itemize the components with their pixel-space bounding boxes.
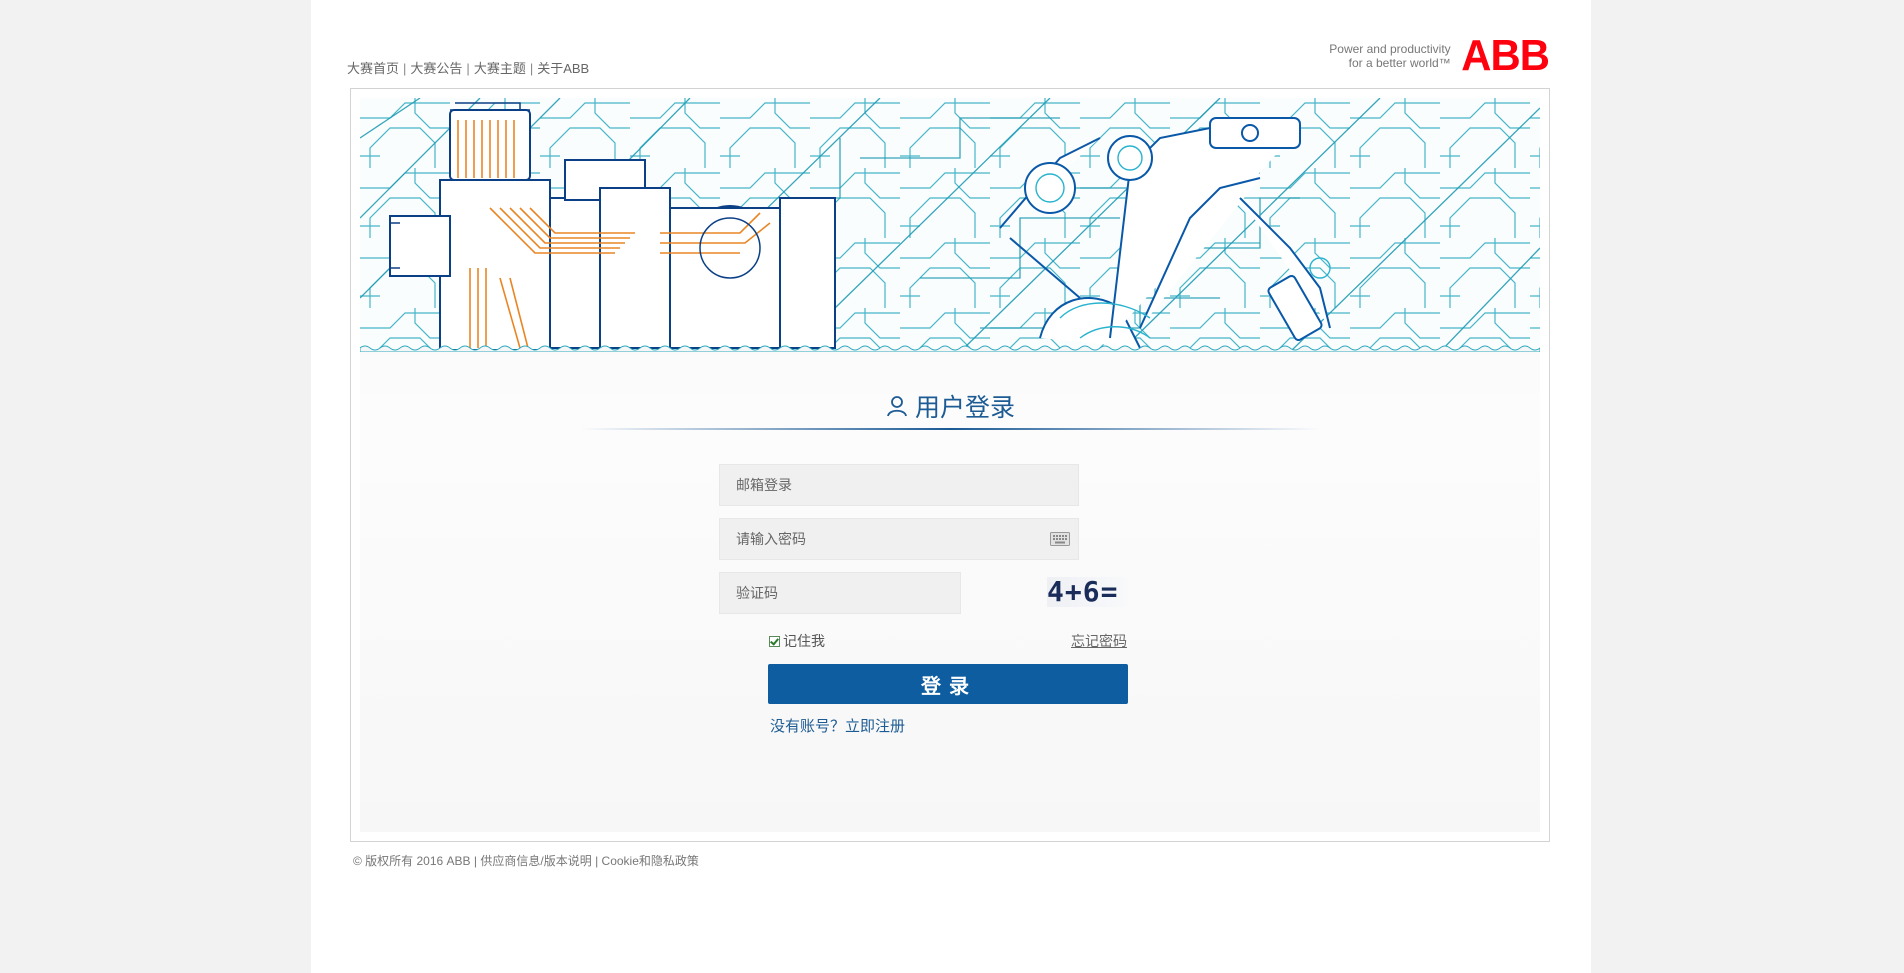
nav-separator: | <box>403 61 407 76</box>
login-title: 用户登录 <box>360 388 1540 424</box>
nav-announcements-link[interactable]: 大赛公告 <box>410 61 462 76</box>
login-button[interactable]: 登录 <box>768 664 1128 704</box>
nav-separator: | <box>466 61 470 76</box>
footer-separator: | <box>595 854 599 868</box>
email-placeholder: 邮箱登录 <box>736 477 792 493</box>
keyboard-icon[interactable] <box>1050 532 1070 546</box>
tagline-line-2: for a better world™ <box>1348 56 1451 70</box>
password-placeholder: 请输入密码 <box>736 531 806 547</box>
email-field[interactable]: 邮箱登录 <box>719 464 1079 506</box>
remember-me[interactable]: 记住我 <box>769 631 825 651</box>
brand: Power and productivity for a better worl… <box>1329 31 1551 80</box>
brand-tagline: Power and productivity for a better worl… <box>1329 42 1450 70</box>
footer-supplier-link[interactable]: 供应商信息/版本说明 <box>480 854 591 868</box>
user-icon <box>887 396 907 417</box>
register-link[interactable]: 没有账号？立即注册 <box>770 715 905 736</box>
title-divider <box>580 428 1320 430</box>
tagline-line-1: Power and productivity <box>1329 42 1451 56</box>
nav-separator: | <box>529 61 534 76</box>
captcha-field[interactable]: 验证码 <box>719 572 961 614</box>
nav-home-link[interactable]: 大赛首页 <box>347 61 399 76</box>
captcha-placeholder: 验证码 <box>736 585 778 601</box>
top-nav: 大赛首页 | 大赛公告 | 大赛主题 | 关于ABB <box>347 58 589 77</box>
abb-logo: ABB <box>1460 31 1550 80</box>
footer-copyright: © 版权所有 2016 ABB <box>353 854 471 868</box>
footer-separator: | <box>473 854 478 868</box>
login-title-text: 用户登录 <box>914 394 1015 422</box>
page: 大赛首页 | 大赛公告 | 大赛主题 | 关于ABB Power and productiv… <box>311 0 1591 973</box>
nav-about-link[interactable]: 关于ABB <box>537 61 589 76</box>
password-field[interactable]: 请输入密码 <box>719 518 1079 560</box>
nav-topics-link[interactable]: 大赛主题 <box>474 61 526 76</box>
banner-illustration <box>360 98 1540 352</box>
footer-cookie-link[interactable]: Cookie和隐私政策 <box>602 854 699 868</box>
captcha-image[interactable]: 4+6= <box>1047 577 1127 607</box>
remember-checkbox[interactable] <box>769 635 780 647</box>
remember-label: 记住我 <box>783 633 825 649</box>
footer: © 版权所有 2016 ABB | 供应商信息/版本说明 | Cookie和隐私… <box>353 852 699 869</box>
forgot-password-link[interactable]: 忘记密码 <box>1071 631 1127 651</box>
